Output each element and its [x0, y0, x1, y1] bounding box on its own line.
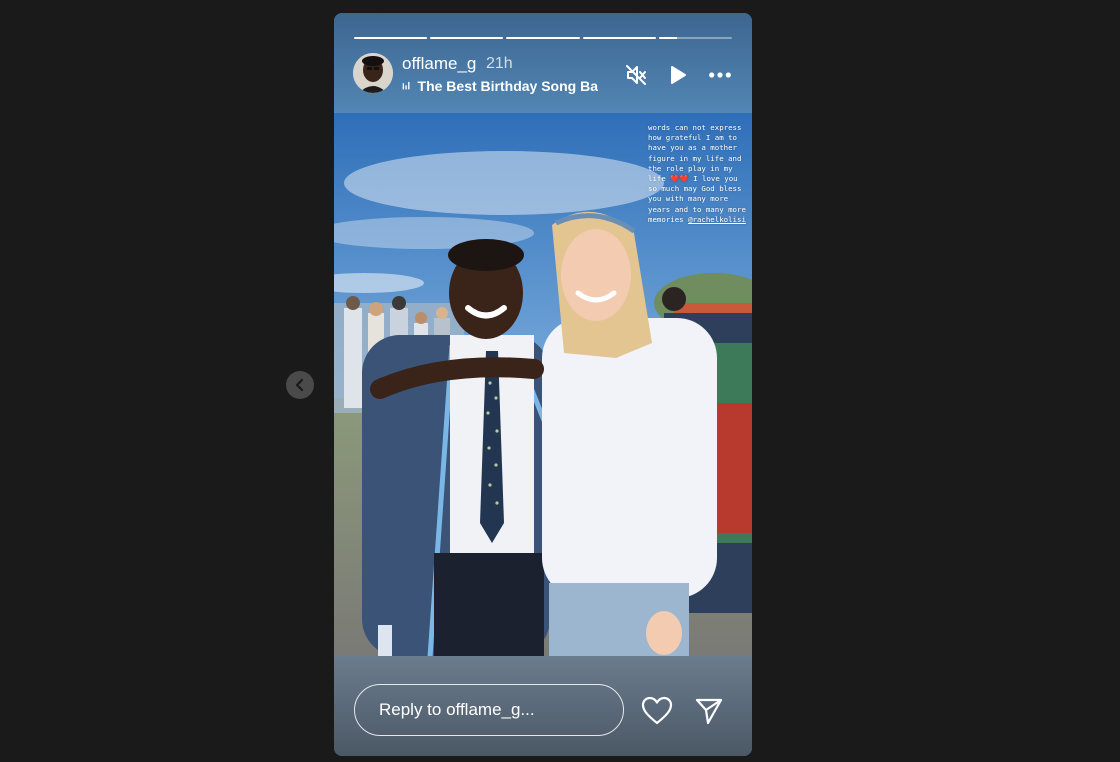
progress-fill — [582, 37, 656, 39]
avatar[interactable] — [353, 53, 393, 93]
progress-fill — [506, 37, 580, 39]
more-options-button[interactable] — [708, 63, 732, 87]
reply-bar — [354, 684, 732, 738]
progress-segment — [506, 37, 580, 39]
play-button[interactable] — [666, 63, 690, 87]
progress-segment — [582, 37, 656, 39]
play-icon — [671, 66, 686, 84]
story-controls — [624, 63, 732, 87]
progress-fill — [430, 37, 504, 39]
progress-fill — [354, 37, 428, 39]
caption-mention[interactable]: @rachelkolisi — [688, 215, 746, 224]
post-time: 21h — [486, 55, 513, 72]
send-icon — [695, 698, 723, 725]
chevron-left-icon — [295, 378, 304, 392]
story-progress-bars — [354, 37, 733, 39]
story-header: offlame_g 21h The Best Birthday Song Ba — [353, 53, 732, 97]
music-bars-icon — [402, 81, 410, 90]
heart-icon — [641, 696, 673, 725]
send-button[interactable] — [694, 696, 724, 726]
progress-fill — [658, 37, 678, 39]
previous-story-button[interactable] — [286, 371, 314, 399]
more-horizontal-icon — [709, 72, 731, 78]
progress-segment — [354, 37, 428, 39]
username-link[interactable]: offlame_g — [402, 54, 476, 74]
speaker-muted-icon — [626, 65, 646, 85]
song-attribution[interactable]: The Best Birthday Song Ba — [402, 78, 598, 94]
mute-button[interactable] — [624, 63, 648, 87]
story-viewer: words can not express how grateful I am … — [0, 0, 1120, 762]
progress-segment — [430, 37, 504, 39]
progress-segment — [658, 37, 733, 39]
story-card[interactable]: words can not express how grateful I am … — [334, 13, 752, 756]
like-button[interactable] — [641, 696, 673, 726]
caption-text: words can not express how grateful I am … — [648, 123, 746, 224]
song-title: The Best Birthday Song Ba — [417, 78, 598, 94]
story-caption: words can not express how grateful I am … — [648, 123, 746, 225]
reply-input[interactable] — [354, 684, 624, 736]
